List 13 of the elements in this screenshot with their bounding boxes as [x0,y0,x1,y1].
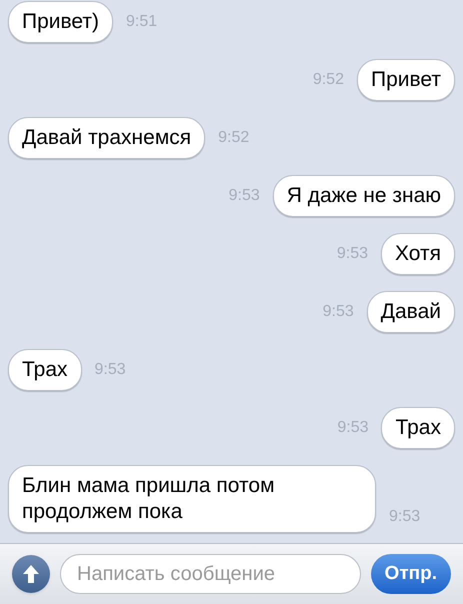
message-bubble: Трах [8,349,82,391]
message-bubble: Трах [381,407,455,449]
message-bubble: Я даже не знаю [272,175,455,217]
message-field[interactable]: Написать сообщение [60,554,361,594]
message-bubble: Давай трахнемся [8,117,206,159]
message-bubble: Давай [366,291,455,333]
message-bubble: Блин мама пришла потом продолжем пока [8,465,376,533]
message-bubble: Привет) [8,1,114,43]
send-button[interactable]: Отпр. [370,554,451,594]
up-arrow-icon [22,564,40,584]
message-bubble: Хотя [381,233,455,275]
message-bubble: Привет [356,59,455,101]
attach-button[interactable] [12,555,50,593]
